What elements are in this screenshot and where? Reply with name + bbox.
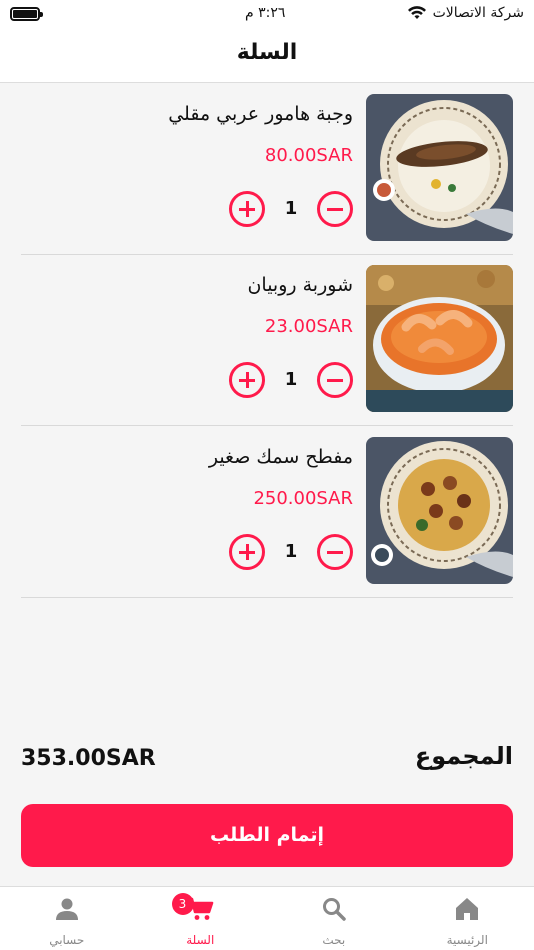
tab-home[interactable]: الرئيسية — [401, 887, 534, 950]
quantity-stepper: 1 — [229, 362, 353, 398]
item-price: 80.00SAR — [264, 145, 353, 166]
tab-account[interactable]: حسابي — [0, 887, 134, 950]
tab-label: بحث — [322, 933, 346, 947]
item-name: مفطح سمك صغير — [208, 446, 353, 468]
home-icon — [456, 898, 479, 920]
item-image-fried-fish[interactable] — [366, 94, 513, 241]
item-image-grilled-fish-platter[interactable] — [366, 437, 513, 584]
total-label: المجموع — [414, 742, 513, 770]
nav-bar: السلة — [0, 30, 534, 83]
decrease-quantity-button[interactable] — [317, 534, 353, 570]
item-price: 23.00SAR — [264, 316, 353, 337]
increase-quantity-button[interactable] — [229, 362, 265, 398]
tab-label: حسابي — [49, 933, 85, 947]
increase-quantity-button[interactable] — [229, 191, 265, 227]
checkout-button[interactable]: إتمام الطلب — [21, 804, 513, 867]
carrier-area: شركة الاتصالات — [407, 5, 524, 21]
page-title: السلة — [236, 40, 298, 65]
cart-item: شوربة روبيان 23.00SAR 1 — [21, 254, 513, 426]
increase-quantity-button[interactable] — [229, 534, 265, 570]
user-icon — [55, 898, 78, 920]
decrease-quantity-button[interactable] — [317, 362, 353, 398]
cart-item: وجبة هامور عربي مقلي 80.00SAR 1 — [21, 83, 513, 255]
quantity-stepper: 1 — [229, 534, 353, 570]
item-name: شوربة روبيان — [247, 274, 353, 296]
cart-count-badge: 3 — [171, 893, 194, 915]
battery-icon — [10, 7, 43, 21]
tab-search[interactable]: بحث — [267, 887, 401, 950]
total-value: 353.00SAR — [21, 746, 156, 771]
status-time: ٣:٢٦ م — [245, 5, 286, 21]
item-quantity: 1 — [284, 369, 298, 390]
search-icon — [322, 898, 346, 921]
carrier-name: شركة الاتصالات — [432, 5, 524, 21]
wifi-icon — [407, 6, 426, 19]
item-price: 250.00SAR — [253, 488, 353, 509]
cart-item: مفطح سمك صغير 250.00SAR 1 — [21, 426, 513, 598]
item-name: وجبة هامور عربي مقلي — [168, 103, 353, 125]
item-quantity: 1 — [284, 541, 298, 562]
tab-bar: الرئيسية بحث 3 السلة حسابي — [0, 886, 534, 950]
status-bar: شركة الاتصالات ٣:٢٦ م — [0, 0, 534, 30]
item-quantity: 1 — [284, 198, 298, 219]
quantity-stepper: 1 — [229, 191, 353, 227]
decrease-quantity-button[interactable] — [317, 191, 353, 227]
item-image-shrimp-soup[interactable] — [366, 265, 513, 412]
tab-label: الرئيسية — [446, 933, 488, 947]
tab-cart[interactable]: 3 السلة — [134, 887, 268, 950]
tab-label: السلة — [186, 933, 215, 947]
